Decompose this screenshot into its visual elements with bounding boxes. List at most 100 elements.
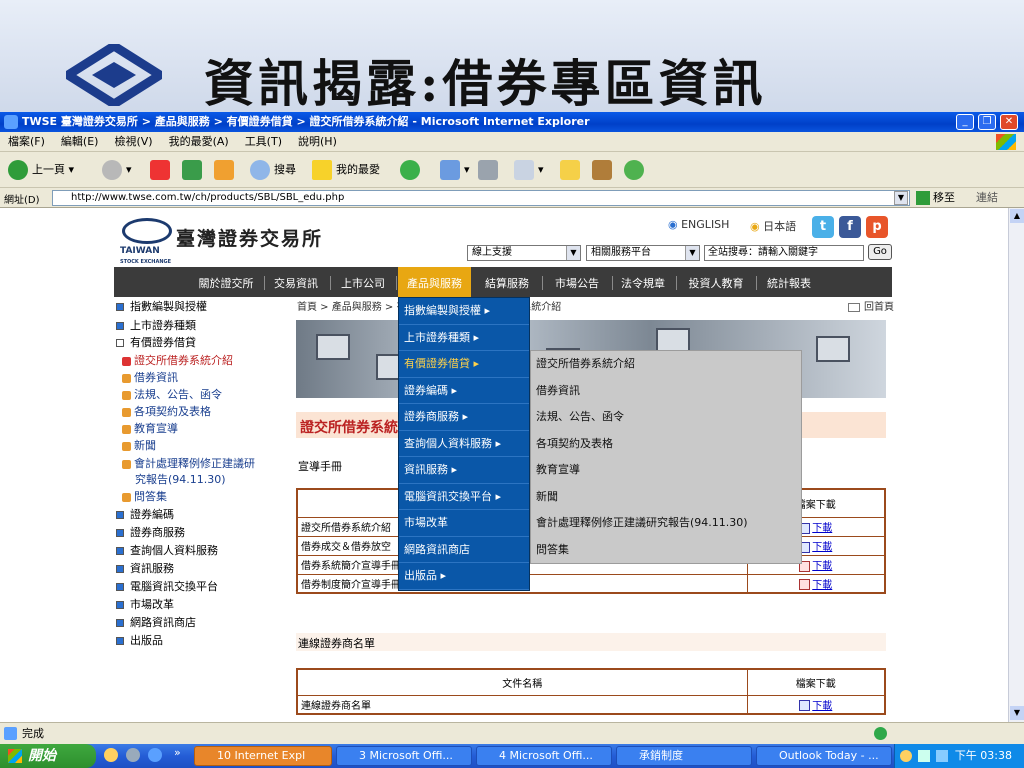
menu-item-index[interactable]: 指數編製與授權 ▸ [399,298,529,325]
sidebar-sub-accounting[interactable]: 會計處理釋例修正建議研 [122,455,255,471]
service-platform-select[interactable]: 相關服務平台 ▼ [586,245,700,261]
sidebar-sub-regulations[interactable]: 法規、公告、函令 [122,386,222,402]
menu-favorites[interactable]: 我的最愛(A) [161,132,237,152]
japanese-link[interactable]: ◉ 日本語 [750,218,796,234]
forward-button[interactable]: ▾ [102,158,132,182]
search-button[interactable]: 搜尋 [250,158,296,182]
submenu-item-info[interactable]: 借券資訊 [531,378,801,405]
submenu-item-intro[interactable]: 證交所借券系統介紹 [531,351,801,378]
refresh-button[interactable] [182,158,206,182]
links-button[interactable]: 連結 [976,190,998,206]
menu-view[interactable]: 檢視(V) [106,132,160,152]
taskbar-item-ie[interactable]: 10 Internet Expl [194,746,332,766]
menu-item-publications[interactable]: 出版品 ▸ [399,563,529,590]
menu-item-sbl[interactable]: 有價證券借貸 ▸ [399,351,529,378]
home-button[interactable] [214,158,238,182]
favorites-button[interactable]: 我的最愛 [312,158,380,182]
online-support-select[interactable]: 線上支援 ▼ [467,245,581,261]
stop-button[interactable] [150,158,174,182]
submenu-item-education[interactable]: 教育宣導 [531,457,801,484]
sidebar-item-listed[interactable]: 上市證券種類 [116,317,196,333]
sidebar-item-store[interactable]: 網路資訊商店 [116,614,196,630]
maximize-button[interactable]: ❐ [978,114,996,130]
sidebar-item-exchange-platform[interactable]: 電腦資訊交換平台 [116,578,218,594]
menu-tools[interactable]: 工具(T) [237,132,290,152]
submenu-item-forms[interactable]: 各項契約及表格 [531,431,801,458]
scroll-down-button[interactable]: ▼ [1010,706,1024,720]
tray-display-icon[interactable] [936,750,948,762]
menu-file[interactable]: 檔案(F) [0,132,53,152]
submenu-item-news[interactable]: 新聞 [531,484,801,511]
plurk-icon[interactable]: p [866,216,888,238]
address-dropdown-button[interactable]: ▼ [894,191,908,205]
menu-item-store[interactable]: 網路資訊商店 [399,537,529,563]
menu-item-broker[interactable]: 證券商服務 ▸ [399,404,529,431]
nav-about[interactable]: 關於證交所 [190,267,262,297]
nav-announcements[interactable]: 市場公告 [544,267,610,297]
scroll-up-button[interactable]: ▲ [1010,209,1024,223]
nav-products[interactable]: 產品與服務 [398,267,471,297]
english-link[interactable]: ◉ ENGLISH [668,218,729,231]
home-link[interactable]: 回首頁 [848,298,894,313]
site-search-go-button[interactable]: Go [868,244,892,260]
menu-item-listed[interactable]: 上市證券種類 ▸ [399,325,529,351]
download-link[interactable]: 下載 [746,573,886,594]
print-button[interactable] [478,158,502,182]
submenu-item-accounting[interactable]: 會計處理釋例修正建議研究報告(94.11.30) [531,510,801,537]
taskbar-item-office-3[interactable]: 3 Microsoft Offi... [336,746,472,766]
minimize-button[interactable]: _ [956,114,974,130]
taskbar-item-outlook[interactable]: Outlook Today - ... [756,746,892,766]
start-button[interactable]: 開始 [0,744,96,768]
nav-education[interactable]: 投資人教育 [678,267,754,297]
sidebar-sub-intro[interactable]: 證交所借券系統介紹 [122,352,233,368]
nav-regulations[interactable]: 法令規章 [614,267,672,297]
sidebar-item-reform[interactable]: 市場改革 [116,596,174,612]
menu-item-personal[interactable]: 查詢個人資料服務 ▸ [399,431,529,457]
menu-edit[interactable]: 編輯(E) [53,132,107,152]
quicklaunch-ie-icon[interactable] [148,748,162,762]
sidebar-item-sbl[interactable]: 有價證券借貸 [116,334,196,350]
sidebar-sub-info[interactable]: 借券資訊 [122,369,178,385]
submenu-item-faq[interactable]: 問答集 [531,537,801,564]
sidebar-item-personal[interactable]: 查詢個人資料服務 [116,542,218,558]
sidebar-sub-forms[interactable]: 各項契約及表格 [122,403,211,419]
sidebar-item-info-service[interactable]: 資訊服務 [116,560,174,576]
nav-listed[interactable]: 上市公司 [332,267,394,297]
messenger-button[interactable] [624,158,648,182]
twitter-icon[interactable]: t [812,216,834,238]
sidebar-item-publications[interactable]: 出版品 [116,632,163,648]
taskbar-item-office-4[interactable]: 4 Microsoft Offi... [476,746,612,766]
sidebar-sub-faq[interactable]: 問答集 [122,488,167,504]
menu-item-info-service[interactable]: 資訊服務 ▸ [399,457,529,484]
research-button[interactable] [592,158,616,182]
quicklaunch-media-icon[interactable] [126,748,140,762]
edit-button[interactable]: ▾ [514,158,544,182]
quicklaunch-outlook-icon[interactable] [104,748,118,762]
nav-clearing[interactable]: 結算服務 [476,267,538,297]
folder-button[interactable] [560,158,584,182]
back-button[interactable]: 上一頁 ▾ [8,158,74,182]
close-button[interactable]: ✕ [1000,114,1018,130]
facebook-icon[interactable]: f [839,216,861,238]
site-search-input[interactable]: 全站搜尋：請輸入關鍵字 [704,245,864,261]
sidebar-sub-news[interactable]: 新聞 [122,437,156,453]
sidebar-sub-education[interactable]: 教育宣導 [122,420,178,436]
quicklaunch-more-icon[interactable]: » [174,746,181,759]
go-button[interactable]: 移至 [916,190,955,206]
menu-help[interactable]: 說明(H) [290,132,345,152]
sidebar-item-coding[interactable]: 證券編碼 [116,506,174,522]
sidebar-sub-accounting-cont[interactable]: 究報告(94.11.30) [135,471,226,487]
address-input[interactable]: http://www.twse.com.tw/ch/products/SBL/S… [52,190,910,206]
menu-item-coding[interactable]: 證券編碼 ▸ [399,378,529,404]
sidebar-item-broker[interactable]: 證券商服務 [116,524,185,540]
menu-item-exchange-platform[interactable]: 電腦資訊交換平台 ▸ [399,484,529,510]
tray-icon[interactable] [900,750,912,762]
menu-item-reform[interactable]: 市場改革 [399,510,529,537]
mail-button[interactable]: ▾ [440,158,470,182]
submenu-item-regulations[interactable]: 法規、公告、函令 [531,404,801,431]
nav-statistics[interactable]: 統計報表 [758,267,820,297]
download-link[interactable]: 下載 [746,694,886,715]
tray-network-icon[interactable] [918,750,930,762]
vertical-scrollbar[interactable]: ▲ ▼ [1008,208,1024,722]
site-logo-text[interactable]: 臺灣證券交易所 [176,224,323,251]
